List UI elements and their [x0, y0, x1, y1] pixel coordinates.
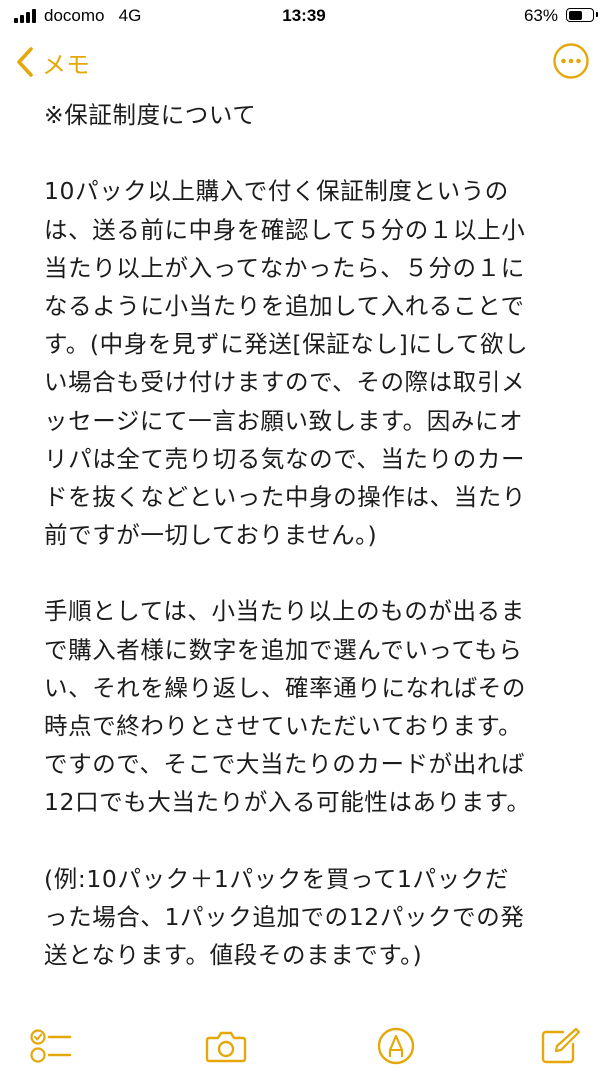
- note-line: [44, 554, 570, 592]
- note-line: 10パック以上購入で付く保証制度というの: [44, 177, 509, 206]
- note-line: い、それを繰り返し、確率通りになればその: [44, 673, 526, 702]
- note-line: なるように小当たりを追加して入れることで: [44, 291, 525, 320]
- status-bar: docomo 4G 13:39 63%: [0, 0, 608, 34]
- note-line: ※保証制度について: [44, 101, 257, 129]
- battery-icon: [566, 8, 598, 22]
- note-line: 送となります。値段そのままです。): [44, 941, 423, 970]
- note-line: 12口でも大当たりが入る可能性はあります。: [44, 788, 531, 817]
- note-line: ですので、そこで大当たりのカードが出れば: [44, 750, 526, 779]
- note-line: (例:10パック＋1パックを買って1パックだ: [44, 864, 509, 893]
- markup-pen-icon[interactable]: [374, 1026, 418, 1066]
- note-line: ドを抜くなどといった中身の操作は、当たり: [44, 482, 526, 511]
- note-line: [44, 134, 570, 172]
- back-label: メモ: [42, 50, 90, 79]
- status-time: 13:39: [282, 6, 326, 25]
- note-line: った場合、1パック追加での12パックでの発: [44, 902, 525, 931]
- bottom-toolbar: [0, 1012, 608, 1080]
- note-line: ッセージにて一言お願い致します。因みにオ: [44, 406, 524, 435]
- camera-icon[interactable]: [204, 1026, 248, 1066]
- note-line: リパは全て売り切る気なので、当たりのカー: [44, 444, 526, 473]
- note-line: 手順としては、小当たり以上のものが出るま: [44, 597, 525, 626]
- note-line: す。(中身を見ずに発送[保証なし]にして欲し: [44, 330, 529, 359]
- compose-icon[interactable]: [538, 1026, 582, 1066]
- note-line: [44, 822, 570, 860]
- note-line: い場合も受け付けますので、その際は取引メ: [44, 368, 526, 397]
- checklist-icon[interactable]: [28, 1026, 72, 1066]
- note-text-area[interactable]: ※保証制度について 10パック以上購入で付く保証制度というの は、送る前に中身を確認…: [44, 96, 570, 974]
- battery-percent: 63%: [523, 6, 558, 25]
- note-line: 当たり以上が入ってなかったら、５分の１に: [44, 253, 525, 282]
- note-line: 前ですが一切しておりません。): [44, 521, 378, 550]
- note-line: 時点で終わりとさせていただいております。: [44, 712, 523, 740]
- note-line: で購入者様に数字を追加で選んでいってもら: [44, 635, 523, 664]
- chevron-left-icon: [17, 47, 33, 77]
- navigation-bar: メモ: [0, 34, 608, 90]
- note-line: は、送る前に中身を確認して５分の１以上小: [44, 215, 526, 244]
- ellipsis-circle-icon[interactable]: [552, 42, 590, 80]
- battery-fill: [568, 10, 583, 20]
- back-button[interactable]: メモ: [16, 42, 90, 82]
